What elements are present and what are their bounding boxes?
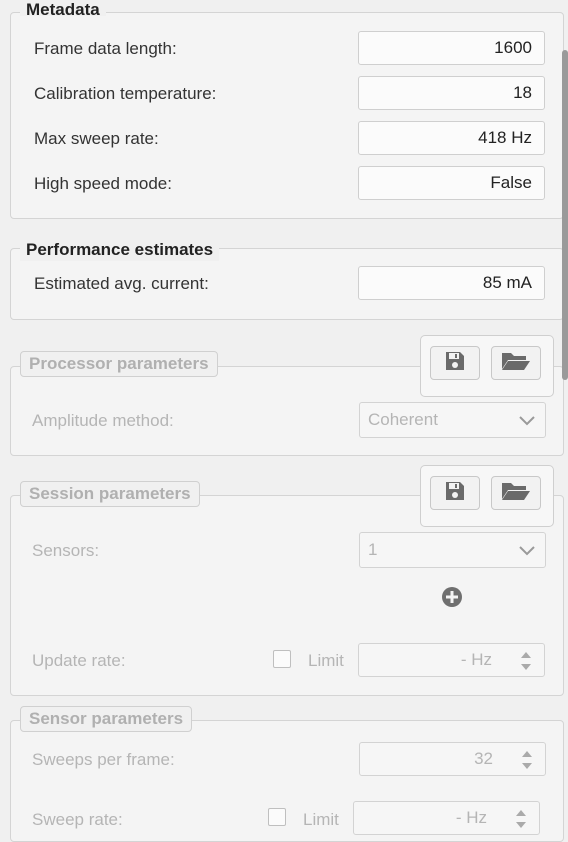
session-load-button[interactable] <box>491 476 541 510</box>
folder-open-icon <box>501 350 531 377</box>
sweep-rate-limit-label: Limit <box>303 810 339 829</box>
max-sweep-rate-label: Max sweep rate: <box>34 129 159 148</box>
frame-data-length-value: 1600 <box>358 31 545 65</box>
performance-title: Performance estimates <box>20 239 220 261</box>
max-sweep-rate-value: 418 Hz <box>358 121 545 155</box>
amplitude-method-select[interactable]: Coherent <box>359 402 546 438</box>
sweeps-per-frame-label: Sweeps per frame: <box>32 750 175 769</box>
folder-open-icon <box>501 480 531 507</box>
session-save-button[interactable] <box>430 476 480 510</box>
update-rate-value: - Hz <box>460 650 492 669</box>
high-speed-mode-value: False <box>358 166 545 200</box>
update-rate-limit-label: Limit <box>308 651 344 670</box>
high-speed-mode-label: High speed mode: <box>34 174 172 193</box>
sensor-title: Sensor parameters <box>20 706 193 732</box>
sweeps-per-frame-spinbox[interactable]: 32 <box>359 742 546 776</box>
sweeps-per-frame-value: 32 <box>474 749 493 768</box>
frame-data-length-label: Frame data length: <box>34 39 177 58</box>
estimated-current-value: 85 mA <box>358 266 545 300</box>
estimated-current-label: Estimated avg. current: <box>34 274 209 293</box>
chevron-down-icon <box>519 416 535 426</box>
vertical-scrollbar[interactable] <box>562 50 568 380</box>
update-rate-spinbox[interactable]: - Hz <box>358 643 545 677</box>
save-icon <box>444 350 466 377</box>
spin-arrows-icon <box>521 652 531 670</box>
plus-circle-icon <box>442 587 462 607</box>
amplitude-method-value: Coherent <box>368 410 438 429</box>
spin-arrows-icon <box>516 810 526 828</box>
sensors-value: 1 <box>368 540 378 559</box>
sweep-rate-limit-checkbox[interactable] <box>268 808 286 826</box>
metadata-title: Metadata <box>20 2 106 16</box>
sweep-rate-label: Sweep rate: <box>32 810 123 829</box>
calibration-temperature-label: Calibration temperature: <box>34 84 217 103</box>
sweep-rate-value: - Hz <box>455 808 487 827</box>
calibration-temperature-value: 18 <box>358 76 545 110</box>
processor-load-button[interactable] <box>491 346 541 380</box>
update-rate-label: Update rate: <box>32 651 126 670</box>
chevron-down-icon <box>519 546 535 556</box>
spin-arrows-icon <box>522 751 532 769</box>
processor-title: Processor parameters <box>20 351 218 377</box>
add-sensor-button[interactable] <box>441 586 463 608</box>
session-title: Session parameters <box>20 481 200 507</box>
amplitude-method-label: Amplitude method: <box>32 411 174 430</box>
save-icon <box>444 480 466 507</box>
sensors-select[interactable]: 1 <box>359 532 546 568</box>
processor-save-button[interactable] <box>430 346 480 380</box>
sensors-label: Sensors: <box>32 541 100 560</box>
update-rate-limit-checkbox[interactable] <box>273 650 291 668</box>
